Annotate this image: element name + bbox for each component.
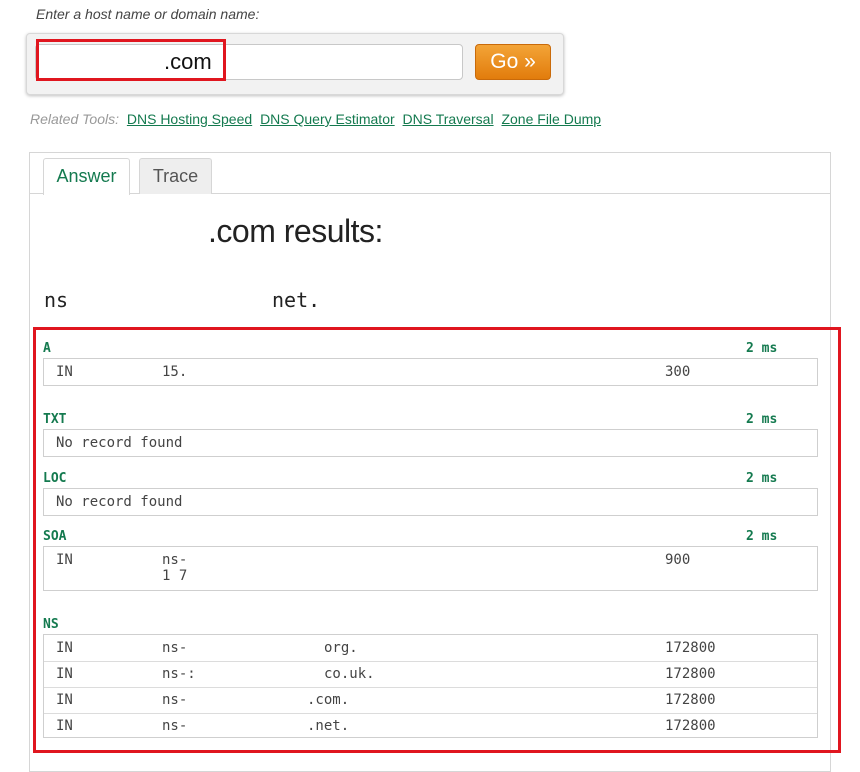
nameserver-suffix: net. <box>272 288 321 312</box>
record-ttl: 900 <box>665 552 691 568</box>
ns-suffix: org. <box>324 640 358 656</box>
record-box-soa: IN ns- 1 7 900 <box>43 546 818 591</box>
record-class: IN <box>56 718 73 734</box>
record-ttl: 300 <box>665 364 691 380</box>
no-record-text: No record found <box>56 494 183 510</box>
row-divider <box>44 713 817 714</box>
domain-input[interactable] <box>35 44 463 80</box>
link-zone-file-dump[interactable]: Zone File Dump <box>501 111 601 127</box>
record-class: IN <box>56 666 73 682</box>
ns-prefix: ns-: <box>162 666 196 682</box>
ns-suffix: .com. <box>307 692 350 708</box>
record-class: IN <box>56 552 73 568</box>
results-title: .com results: <box>208 213 383 249</box>
record-ttl: 172800 <box>665 718 716 734</box>
ns-suffix: co.uk. <box>324 666 375 682</box>
link-dns-query-estimator[interactable]: DNS Query Estimator <box>260 111 395 127</box>
record-value: ns- <box>162 552 188 568</box>
record-time-a: 2 ms <box>746 341 778 356</box>
nameserver-prefix: ns <box>44 288 69 312</box>
record-box-a: IN 15. 300 <box>43 358 818 386</box>
go-button[interactable]: Go » <box>475 44 551 80</box>
record-box-loc: No record found <box>43 488 818 516</box>
link-dns-traversal[interactable]: DNS Traversal <box>403 111 494 127</box>
tab-trace[interactable]: Trace <box>139 158 212 194</box>
record-ttl: 172800 <box>665 666 716 682</box>
related-tools-label: Related Tools: <box>30 111 119 127</box>
ns-suffix: .net. <box>307 718 350 734</box>
record-box-ns: IN ns- org. 172800 IN ns-: co.uk. 172800… <box>43 634 818 738</box>
ns-prefix: ns- <box>162 640 188 656</box>
record-type-soa: SOA <box>43 529 67 544</box>
record-class: IN <box>56 692 73 708</box>
record-value-line2: 1 7 <box>162 568 188 584</box>
related-tools: Related Tools: DNS Hosting Speed DNS Que… <box>30 111 601 127</box>
search-prompt-label: Enter a host name or domain name: <box>36 6 260 22</box>
row-divider <box>44 661 817 662</box>
record-box-txt: No record found <box>43 429 818 457</box>
record-time-loc: 2 ms <box>746 471 778 486</box>
row-divider <box>44 687 817 688</box>
record-value: 15. <box>162 364 188 380</box>
search-form: Go » <box>26 33 564 95</box>
ns-prefix: ns- <box>162 718 188 734</box>
record-type-txt: TXT <box>43 412 67 427</box>
record-type-loc: LOC <box>43 471 67 486</box>
record-ttl: 172800 <box>665 692 716 708</box>
no-record-text: No record found <box>56 435 183 451</box>
ns-prefix: ns- <box>162 692 188 708</box>
record-time-txt: 2 ms <box>746 412 778 427</box>
record-class: IN <box>56 640 73 656</box>
record-type-a: A <box>43 341 51 356</box>
link-dns-hosting-speed[interactable]: DNS Hosting Speed <box>127 111 252 127</box>
record-type-ns: NS <box>43 617 59 632</box>
tab-answer[interactable]: Answer <box>43 158 130 195</box>
record-time-soa: 2 ms <box>746 529 778 544</box>
record-ttl: 172800 <box>665 640 716 656</box>
record-class: IN <box>56 364 73 380</box>
